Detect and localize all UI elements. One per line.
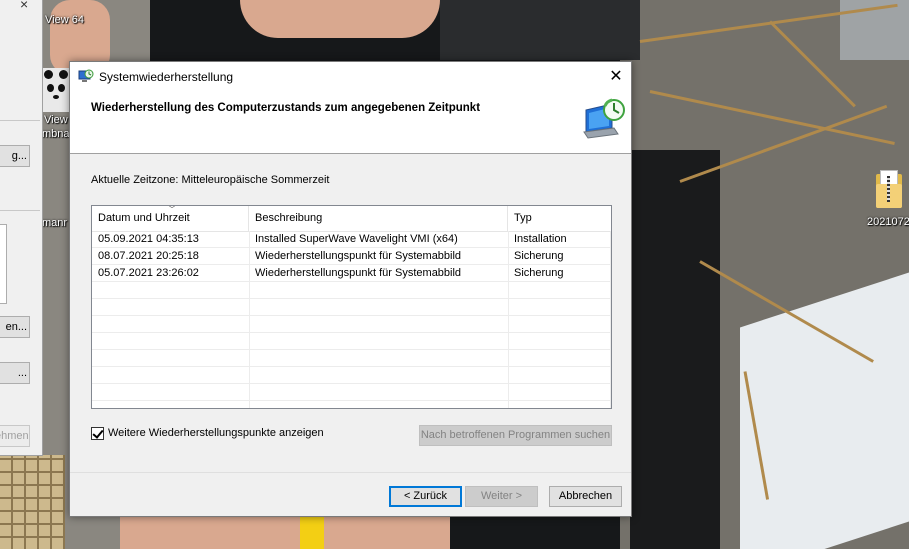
empty-row [92,316,611,333]
table-header: ﹀ Datum und Uhrzeit Beschreibung Typ [92,206,611,232]
left-window-list[interactable] [0,224,7,304]
cell-type: Sicherung [514,267,564,279]
system-restore-icon [78,69,94,82]
empty-row [92,350,611,367]
left-window-button[interactable]: ... [0,362,30,384]
title-bar[interactable]: Systemwiederherstellung ✕ [70,62,631,92]
cell-description: Installed SuperWave Wavelight VMI (x64) [255,233,458,245]
column-divider [249,231,250,408]
left-window-button[interactable]: ehmen [0,425,30,447]
cell-description: Wiederherstellungspunkt für Systemabbild [255,250,462,262]
column-header-date[interactable]: ﹀ Datum und Uhrzeit [92,206,249,231]
table-row[interactable]: 08.07.2021 20:25:18 Wiederherstellungspu… [92,248,611,265]
column-divider [508,231,509,408]
cancel-button[interactable]: Abbrechen [549,486,622,507]
page-heading: Wiederherstellung des Computerzustands z… [91,102,481,114]
desktop-icon-label[interactable]: manr [42,217,67,229]
zip-folder-icon[interactable] [874,170,904,210]
cell-date: 05.09.2021 04:35:13 [98,233,199,245]
table-row[interactable]: 05.07.2021 23:26:02 Wiederherstellungspu… [92,265,611,282]
column-header-label: Typ [514,212,532,224]
desktop-file-label[interactable]: 2021072 [867,216,909,228]
scan-affected-programs-button[interactable]: Nach betroffenen Programmen suchen [419,425,612,446]
timezone-label: Aktuelle Zeitzone: Mitteleuropäische Som… [91,174,330,186]
desktop-icon-label[interactable]: View 64 [45,14,84,26]
cell-type: Sicherung [514,250,564,262]
system-restore-computer-icon [583,98,625,139]
next-button[interactable]: Weiter > [465,486,538,507]
empty-row [92,282,611,299]
table-row[interactable]: 05.09.2021 04:35:13 Installed SuperWave … [92,231,611,248]
empty-row [92,333,611,350]
column-header-description[interactable]: Beschreibung [249,206,508,231]
back-button[interactable]: < Zurück [389,486,462,507]
cell-description: Wiederherstellungspunkt für Systemabbild [255,267,462,279]
system-restore-dialog: Systemwiederherstellung ✕ Wiederherstell… [69,61,632,517]
background-window: × g... en... ... ehmen [0,0,43,456]
left-window-button[interactable]: g... [0,145,30,167]
panda-icon[interactable] [42,68,70,112]
close-button[interactable]: ✕ [601,62,631,92]
column-divider [610,231,611,408]
sort-down-icon: ﹀ [168,205,176,214]
restore-points-table[interactable]: ﹀ Datum und Uhrzeit Beschreibung Typ 05.… [91,205,612,409]
footer-divider [70,472,631,473]
empty-row [92,299,611,316]
cell-type: Installation [514,233,567,245]
dialog-header: Wiederherstellung des Computerzustands z… [70,92,631,154]
desktop-icon-label[interactable]: mbna [42,128,70,140]
checkbox-label[interactable]: Weitere Wiederherstellungspunkte anzeige… [108,427,324,439]
empty-row [92,384,611,401]
cell-date: 05.07.2021 23:26:02 [98,267,199,279]
more-restore-points-checkbox[interactable] [91,427,104,440]
close-icon[interactable]: × [20,0,28,12]
desktop-icon-label[interactable]: View [44,114,68,126]
column-header-label: Beschreibung [255,212,323,224]
empty-row [92,367,611,384]
left-window-button[interactable]: en... [0,316,30,338]
cell-date: 08.07.2021 20:25:18 [98,250,199,262]
window-title: Systemwiederherstellung [99,70,234,84]
column-header-type[interactable]: Typ [508,206,611,231]
